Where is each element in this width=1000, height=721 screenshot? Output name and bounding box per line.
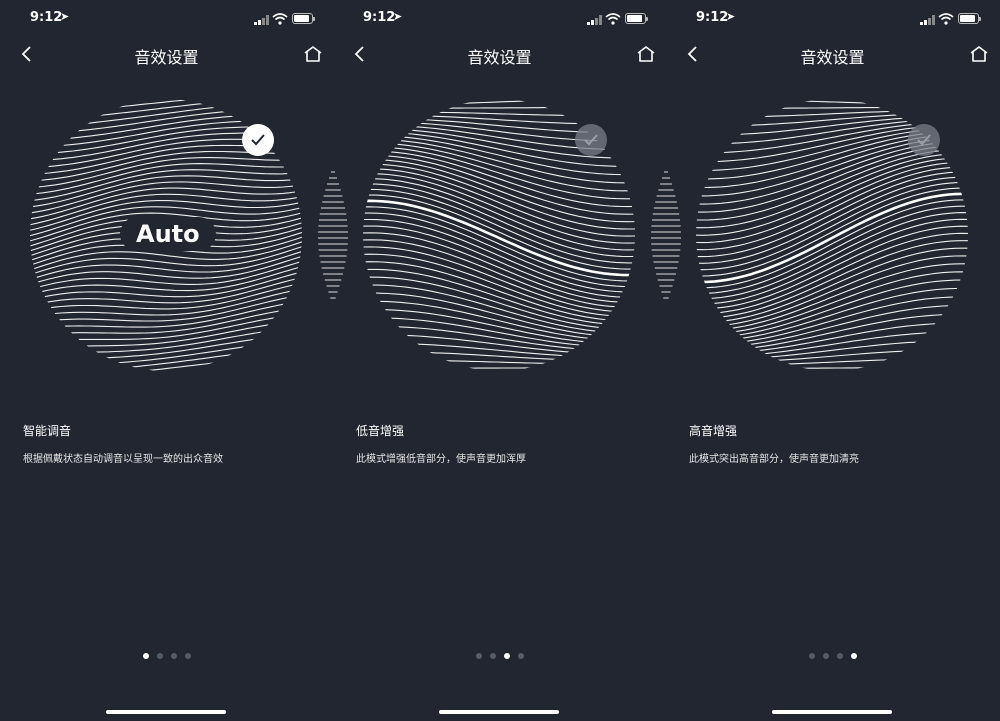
home-indicator (439, 710, 559, 714)
location-arrow-icon: ➤ (726, 10, 736, 23)
screen-auto: 9:12 ➤ 音效设置 Auto 智能调音 根据佩戴状态自动调音以呈现一致的出众… (0, 0, 333, 721)
wifi-icon (938, 13, 954, 25)
sound-wave-art-bass[interactable] (333, 80, 666, 390)
page-dot-2[interactable] (489, 653, 496, 659)
home-indicator (106, 710, 226, 714)
page-dot-4[interactable] (184, 653, 191, 659)
status-time: 9:12 (696, 10, 729, 25)
nav-bar: 音效设置 (333, 36, 666, 72)
nav-bar: 音效设置 (666, 36, 999, 72)
next-card-peek (318, 171, 348, 299)
auto-badge: Auto (120, 217, 216, 251)
page-dot-3[interactable] (503, 653, 510, 659)
status-time: 9:12 (30, 10, 63, 25)
page-dot-3[interactable] (836, 653, 843, 659)
home-icon[interactable] (968, 44, 990, 64)
wifi-icon (605, 13, 621, 25)
page-dot-1[interactable] (475, 653, 482, 659)
sound-wave-graphic (696, 99, 968, 370)
screen-treble: 9:12 ➤ 音效设置 高音增强 此模式突出高音部分，使声音更加清亮 (666, 0, 999, 721)
battery-icon (625, 13, 648, 24)
home-icon[interactable] (635, 44, 657, 64)
status-bar: 9:12 ➤ (333, 0, 666, 36)
battery-icon (292, 13, 315, 24)
page-title: 音效设置 (800, 48, 865, 67)
unselected-check-icon[interactable] (908, 124, 940, 156)
screen-bass: 9:12 ➤ 音效设置 低音增强 此模式增强低音部分，使声音更加浑厚 (333, 0, 666, 721)
unselected-check-icon[interactable] (575, 124, 607, 156)
page-dot-4[interactable] (517, 653, 524, 659)
page-dot-1[interactable] (142, 653, 149, 659)
nav-bar: 音效设置 (0, 36, 333, 72)
battery-icon (958, 13, 981, 24)
page-dot-3[interactable] (170, 653, 177, 659)
mode-description: 此模式突出高音部分，使声音更加清亮 (689, 454, 859, 465)
location-arrow-icon: ➤ (393, 10, 403, 23)
page-dot-2[interactable] (156, 653, 163, 659)
mode-name: 高音增强 (689, 424, 738, 438)
home-indicator (772, 710, 892, 714)
page-dot-2[interactable] (822, 653, 829, 659)
status-bar: 9:12 ➤ (0, 0, 333, 36)
cellular-signal-icon (587, 15, 602, 25)
mode-name: 低音增强 (356, 424, 405, 438)
page-title: 音效设置 (134, 48, 199, 67)
page-indicator (666, 653, 999, 659)
mode-description: 根据佩戴状态自动调音以呈现一致的出众音效 (23, 454, 223, 465)
page-indicator (0, 653, 333, 659)
selected-check-icon[interactable] (242, 124, 274, 156)
status-bar: 9:12 ➤ (666, 0, 999, 36)
page-dot-4[interactable] (850, 653, 857, 659)
mode-name: 智能调音 (23, 424, 72, 438)
page-title: 音效设置 (467, 48, 532, 67)
page-indicator (333, 653, 666, 659)
sound-wave-art-treble[interactable] (666, 80, 999, 390)
sound-wave-graphic (363, 99, 635, 371)
wifi-icon (272, 13, 288, 25)
page-dot-1[interactable] (808, 653, 815, 659)
cellular-signal-icon (920, 15, 935, 25)
mode-description: 此模式增强低音部分，使声音更加浑厚 (356, 454, 526, 465)
next-card-peek (651, 171, 681, 299)
status-time: 9:12 (363, 10, 396, 25)
location-arrow-icon: ➤ (60, 10, 70, 23)
home-icon[interactable] (302, 44, 324, 64)
cellular-signal-icon (254, 15, 269, 25)
